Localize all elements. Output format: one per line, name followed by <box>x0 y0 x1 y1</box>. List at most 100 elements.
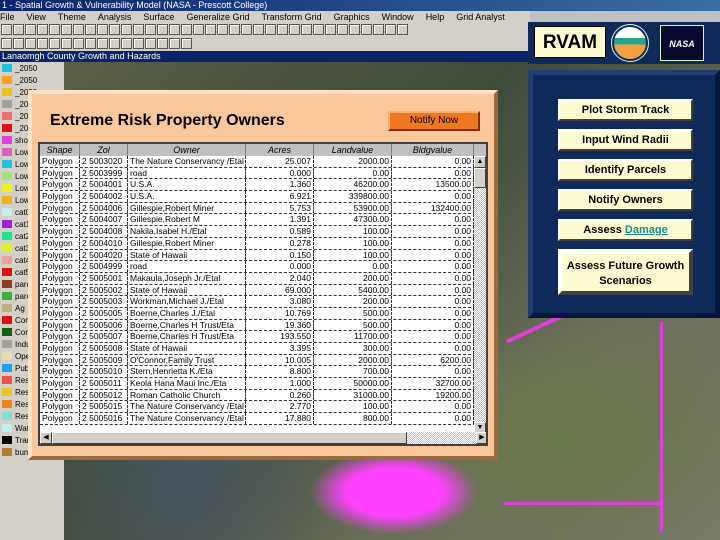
toolbar-button-icon[interactable] <box>1 24 12 35</box>
legend-item[interactable]: _2050 <box>0 62 64 74</box>
table-row[interactable]: Polygon 2 5004002 U.S.A. 6.921 339800.00 0.00 <box>40 191 486 203</box>
toolbar-button-icon[interactable] <box>85 38 96 49</box>
table-row[interactable]: Polygon 2 5005001 Makaula,Joseph Jr./Etal 2… <box>40 272 486 285</box>
table-row[interactable]: Polygon 2 5004020 State of Hawaii 0.150 100.… <box>40 249 486 262</box>
menu-item[interactable]: Transform Grid <box>261 12 321 22</box>
toolbar-button-icon[interactable] <box>97 38 108 49</box>
toolbar-button-icon[interactable] <box>325 24 336 35</box>
table-row[interactable]: Polygon 2 5004007 Gillespie,Robert M 1.391 4… <box>40 214 486 227</box>
toolbar-button-icon[interactable] <box>349 24 360 35</box>
plot-storm-track-button[interactable]: Plot Storm Track <box>558 99 693 121</box>
toolbar-button-icon[interactable] <box>13 38 24 49</box>
table-row[interactable]: Polygon 2 5005016 The Nature Conservancy /… <box>40 413 486 425</box>
menu-item[interactable]: File <box>0 12 15 22</box>
menu-item[interactable]: Generalize Grid <box>186 12 249 22</box>
toolbar-button-icon[interactable] <box>289 24 300 35</box>
identify-parcels-button[interactable]: Identify Parcels <box>558 159 693 181</box>
table-row[interactable]: Polygon 2 5004008 Nakila,Isabel H./Etal 0.5… <box>40 226 486 238</box>
toolbar-button-icon[interactable] <box>133 24 144 35</box>
table-row[interactable]: Polygon 2 5004006 Gillespie,Robert Miner 5.… <box>40 202 486 215</box>
toolbar-button-icon[interactable] <box>277 24 288 35</box>
toolbar-button-icon[interactable] <box>109 38 120 49</box>
input-wind-radii-button[interactable]: Input Wind Radii <box>558 129 693 151</box>
table-row[interactable]: Polygon 2 5005007 Boerne,Charles H Trust/E… <box>40 331 486 343</box>
toolbar-button-icon[interactable] <box>193 24 204 35</box>
toolbar-button-icon[interactable] <box>229 24 240 35</box>
toolbar-button-icon[interactable] <box>121 24 132 35</box>
vertical-scrollbar[interactable]: ▲ ▼ <box>474 156 486 434</box>
table-row[interactable]: Polygon 2 5005011 Keola Hana Maui Inc./Eta… <box>40 378 486 390</box>
table-row[interactable]: Polygon 2 5005006 Boerne,Charles H Trust/E… <box>40 319 486 332</box>
menu-item[interactable]: Grid Analyst <box>456 12 505 22</box>
menu-item[interactable]: Window <box>382 12 414 22</box>
table-row[interactable]: Polygon 2 5004010 Gillespie,Robert Miner 0.… <box>40 237 486 250</box>
toolbar-button-icon[interactable] <box>25 38 36 49</box>
column-header[interactable]: Shape <box>40 144 80 156</box>
table-row[interactable]: Polygon 2 5003020 The Nature Conservancy /… <box>40 156 486 168</box>
toolbar-button-icon[interactable] <box>97 24 108 35</box>
toolbar-button-icon[interactable] <box>181 24 192 35</box>
toolbar-button-icon[interactable] <box>169 24 180 35</box>
toolbar-button-icon[interactable] <box>157 24 168 35</box>
toolbar-button-icon[interactable] <box>385 24 396 35</box>
column-header[interactable]: Owner <box>128 144 246 156</box>
toolbar-button-icon[interactable] <box>73 24 84 35</box>
toolbar-button-icon[interactable] <box>121 38 132 49</box>
column-header[interactable]: Landvalue <box>314 144 392 156</box>
column-header[interactable]: Zol <box>80 144 128 156</box>
table-row[interactable]: Polygon 2 5003999 road 0.000 0.00 0.00 <box>40 167 486 180</box>
table-row[interactable]: Polygon 2 5005009 O'Connor,Family Trust 10.… <box>40 354 486 367</box>
horizontal-scrollbar[interactable]: ◀ ▶ <box>40 432 486 444</box>
legend-item[interactable]: _2050 <box>0 74 64 86</box>
toolbar-button-icon[interactable] <box>49 24 60 35</box>
toolbar-button-icon[interactable] <box>37 24 48 35</box>
toolbar-button-icon[interactable] <box>337 24 348 35</box>
toolbar-button-icon[interactable] <box>361 24 372 35</box>
scroll-left-button[interactable]: ◀ <box>40 432 52 444</box>
table-row[interactable]: Polygon 2 5005008 State of Hawaii 3.395 300.… <box>40 343 486 355</box>
damage-link[interactable]: Damage <box>625 224 668 236</box>
column-header[interactable]: Bldgvalue <box>392 144 474 156</box>
toolbar-button-icon[interactable] <box>373 24 384 35</box>
toolbar-button-icon[interactable] <box>145 38 156 49</box>
toolbar-button-icon[interactable] <box>133 38 144 49</box>
toolbar-button-icon[interactable] <box>73 38 84 49</box>
toolbar-button-icon[interactable] <box>217 24 228 35</box>
notify-now-button[interactable]: Notify Now <box>388 111 480 131</box>
table-row[interactable]: Polygon 2 5005005 Boerne,Charles J./Etal 10… <box>40 307 486 320</box>
toolbar-button-icon[interactable] <box>37 38 48 49</box>
scroll-up-button[interactable]: ▲ <box>474 156 486 168</box>
scroll-thumb[interactable] <box>474 168 486 188</box>
table-row[interactable]: Polygon 2 5005015 The Nature Conservancy /… <box>40 401 486 414</box>
toolbar-tools[interactable] <box>0 37 530 51</box>
menu-item[interactable]: Graphics <box>334 12 370 22</box>
table-row[interactable]: Polygon 2 5005012 Roman Catholic Church 0.2… <box>40 389 486 402</box>
owners-table[interactable]: Shape Zol Owner Acres Landvalue Bldgvalue Pol… <box>38 142 488 446</box>
toolbar-button-icon[interactable] <box>313 24 324 35</box>
assess-damage-button[interactable]: Assess Damage <box>558 219 693 241</box>
toolbar-button-icon[interactable] <box>253 24 264 35</box>
toolbar-button-icon[interactable] <box>109 24 120 35</box>
column-header[interactable]: Acres <box>246 144 314 156</box>
assess-future-growth-button[interactable]: Assess Future Growth Scenarios <box>558 249 693 295</box>
menu-item[interactable]: Analysis <box>98 12 132 22</box>
table-row[interactable]: Polygon 2 5005002 State of Hawaii 69.000 540… <box>40 284 486 297</box>
toolbar-button-icon[interactable] <box>397 24 408 35</box>
scroll-right-button[interactable]: ▶ <box>476 432 486 444</box>
toolbar-button-icon[interactable] <box>181 38 192 49</box>
toolbar-button-icon[interactable] <box>145 24 156 35</box>
menu-item[interactable]: Theme <box>58 12 86 22</box>
notify-owners-button[interactable]: Notify Owners <box>558 189 693 211</box>
toolbar-button-icon[interactable] <box>205 24 216 35</box>
table-row[interactable]: Polygon 2 5005010 Stern,Henrietta K./Eta 8.… <box>40 366 486 379</box>
table-row[interactable]: Polygon 2 5004999 road 0.000 0.00 0.00 <box>40 261 486 273</box>
toolbar-button-icon[interactable] <box>301 24 312 35</box>
toolbar-button-icon[interactable] <box>241 24 252 35</box>
toolbar-button-icon[interactable] <box>169 38 180 49</box>
toolbar-button-icon[interactable] <box>25 24 36 35</box>
hscroll-thumb[interactable] <box>52 432 407 444</box>
toolbar-button-icon[interactable] <box>49 38 60 49</box>
table-row[interactable]: Polygon 2 5004001 U.S.A. 1.360 46200.00 13500… <box>40 179 486 192</box>
table-row[interactable]: Polygon 2 5005003 Workman,Michael J./Etal 3… <box>40 296 486 308</box>
menu-item[interactable]: View <box>27 12 46 22</box>
